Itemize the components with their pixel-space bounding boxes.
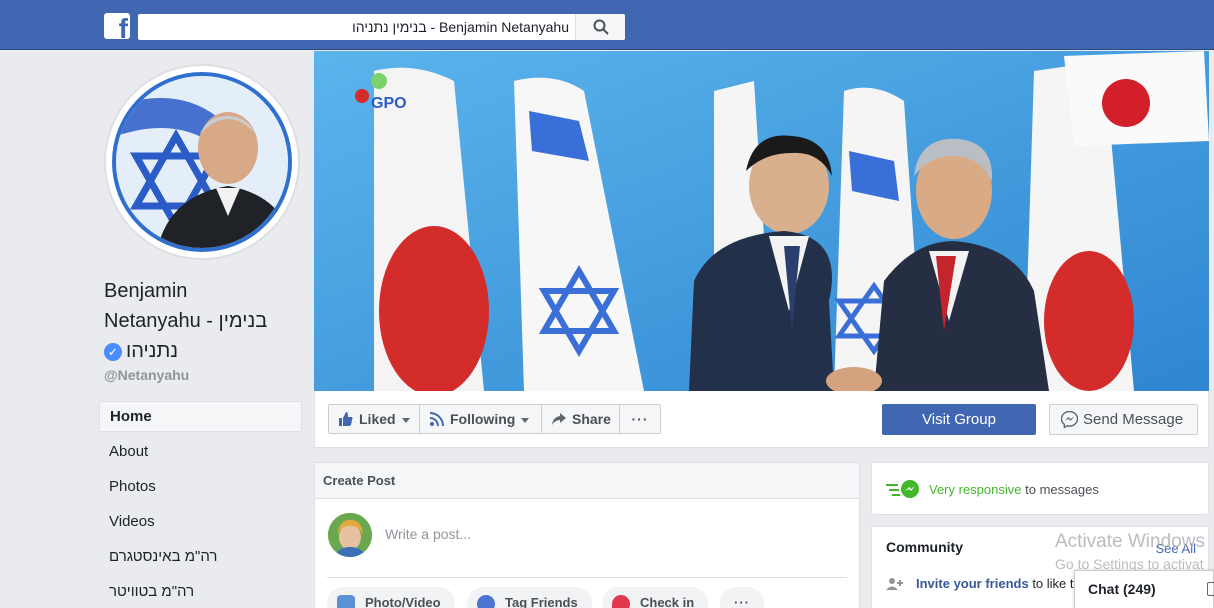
page-username[interactable]: @Netanyahu: [104, 367, 189, 383]
profile-photo-image: [116, 76, 288, 248]
avatar: [328, 513, 372, 557]
messenger-fast-icon: [886, 480, 919, 498]
visit-group-button[interactable]: Visit Group: [882, 404, 1036, 435]
search-input[interactable]: בנימין נתניהו - Benjamin Netanyahu: [352, 19, 569, 35]
divider: [327, 577, 847, 578]
more-post-options-button[interactable]: ···: [720, 587, 764, 608]
create-post-card: Create Post Write a post... Photo/Video …: [314, 462, 860, 608]
invite-friends-text: Invite your friends to like t: [916, 576, 1074, 591]
share-button[interactable]: Share: [541, 404, 620, 434]
invite-friends-link[interactable]: Invite your friends: [916, 576, 1029, 591]
nav-item-about[interactable]: About: [99, 436, 302, 471]
chat-compose-icon[interactable]: [1207, 582, 1214, 596]
page-title-line-1: Benjamin: [104, 280, 188, 302]
send-message-label: Send Message: [1083, 411, 1184, 428]
nav-item-instagram[interactable]: רה"מ באינסטגרם: [99, 541, 302, 576]
liked-button[interactable]: Liked: [328, 404, 420, 434]
profile-picture[interactable]: [104, 64, 300, 260]
responsiveness-highlight: Very responsive: [929, 482, 1022, 497]
location-pin-icon: [612, 595, 630, 608]
photo-video-label: Photo/Video: [365, 595, 441, 608]
nav-item-home[interactable]: Home: [99, 401, 302, 432]
page-navigation: Home About Photos Videos רה"מ באינסטגרם …: [99, 401, 302, 608]
chevron-down-icon: [521, 417, 530, 423]
rss-icon: [430, 412, 444, 426]
tag-friends-label: Tag Friends: [505, 595, 578, 608]
more-options-button[interactable]: ···: [619, 404, 661, 434]
facebook-logo-icon[interactable]: f: [104, 13, 130, 39]
facebook-logo-letter: f: [118, 13, 128, 40]
cover-photo-image: GPO: [314, 51, 1209, 391]
following-label: Following: [450, 411, 516, 427]
following-button[interactable]: Following: [419, 404, 542, 434]
thumbs-up-icon: [339, 412, 353, 426]
page-title-line-3: ✓ נתניהו: [104, 336, 304, 366]
cover-photo[interactable]: GPO: [314, 51, 1209, 391]
liked-label: Liked: [359, 411, 396, 427]
chat-sidebar-tab[interactable]: Chat (249): [1074, 570, 1214, 608]
top-navigation-bar: f בנימין נתניהו - Benjamin Netanyahu: [0, 0, 1214, 50]
share-label: Share: [572, 411, 611, 427]
messenger-icon: [1061, 411, 1078, 428]
check-in-label: Check in: [640, 595, 695, 608]
search-button[interactable]: [575, 14, 625, 40]
photo-video-button[interactable]: Photo/Video: [327, 587, 455, 608]
nav-item-photos[interactable]: Photos: [99, 471, 302, 506]
search-icon: [593, 19, 609, 35]
responsiveness-text: Very responsive to messages: [929, 482, 1099, 497]
responsiveness-rest: to messages: [1021, 482, 1099, 497]
invite-friends-rest: to like t: [1028, 576, 1074, 591]
chat-label: Chat (249): [1088, 581, 1156, 597]
verified-badge-icon: ✓: [104, 342, 122, 361]
page-action-bar: Liked Following Share ··· Visit Group Se…: [314, 391, 1209, 448]
invite-friends-icon: [886, 578, 903, 590]
page-title-hebrew: נתניהו: [126, 340, 179, 362]
share-icon: [552, 413, 566, 425]
page-title-line-2: Netanyahu - בנימין: [104, 310, 268, 332]
tag-friends-button[interactable]: Tag Friends: [467, 587, 592, 608]
profile-photo: [112, 72, 292, 252]
responsiveness-card: Very responsive to messages: [871, 462, 1209, 515]
nav-item-twitter[interactable]: רה"מ בטוויטר: [99, 576, 302, 608]
nav-item-videos[interactable]: Videos: [99, 506, 302, 541]
community-title: Community: [886, 539, 963, 555]
check-in-button[interactable]: Check in: [602, 587, 709, 608]
photo-icon: [337, 595, 355, 608]
page-title: Benjamin Netanyahu - בנימין ✓ נתניהו: [104, 276, 304, 366]
create-post-title: Create Post: [315, 463, 859, 499]
write-post-input[interactable]: Write a post...: [385, 526, 471, 542]
tag-friends-icon: [477, 595, 495, 608]
search-box[interactable]: בנימין נתניהו - Benjamin Netanyahu: [138, 14, 625, 40]
activate-windows-watermark: Activate Windows: [1055, 531, 1205, 552]
gpo-logo-text: GPO: [371, 95, 407, 112]
send-message-button[interactable]: Send Message: [1049, 404, 1198, 435]
chevron-down-icon: [401, 417, 410, 423]
